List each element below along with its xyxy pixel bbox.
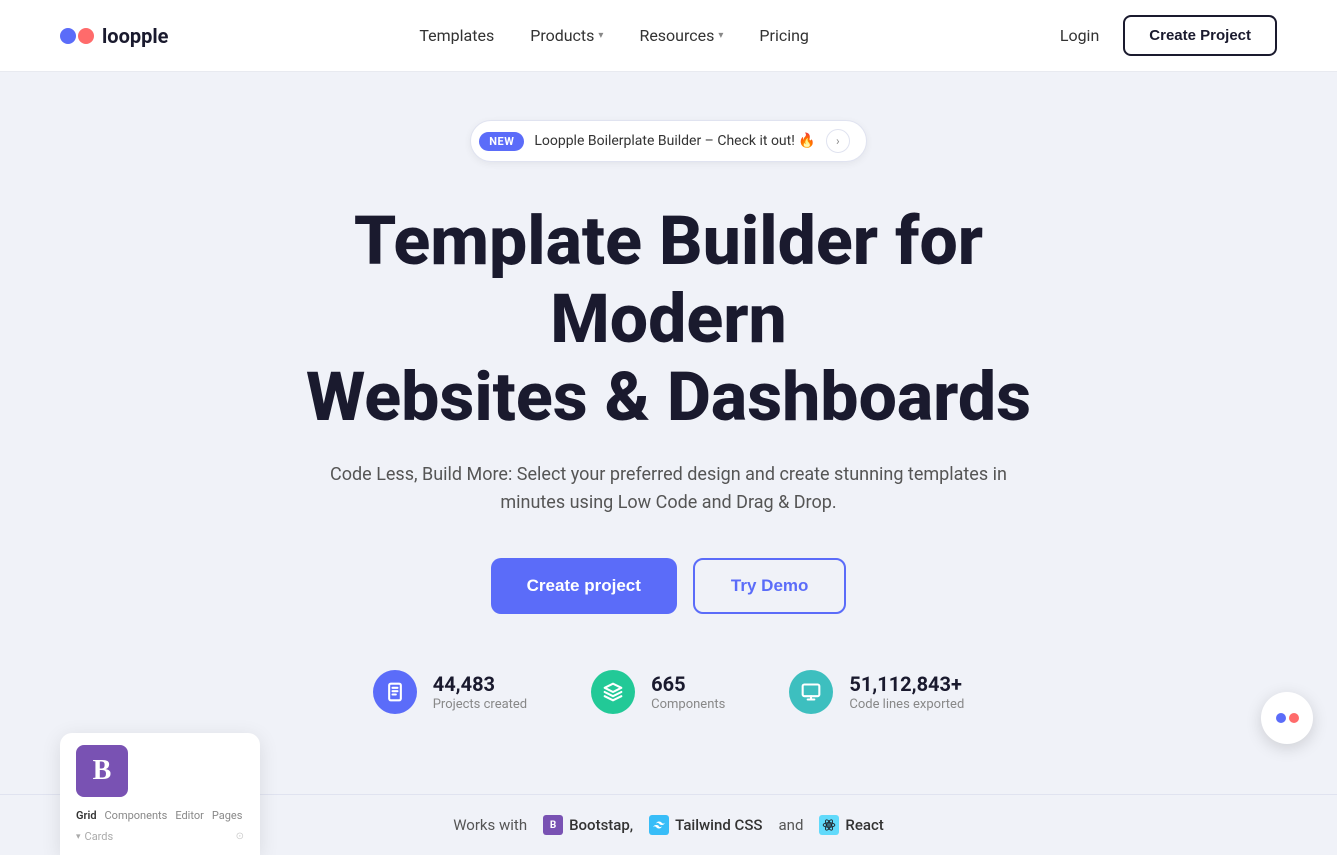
- preview-card: B Grid Components Editor Pages ▾ Cards ⊙: [60, 733, 260, 855]
- nav-products[interactable]: Products ▾: [530, 26, 603, 45]
- react-badge: React: [819, 815, 883, 835]
- tab-grid: Grid: [76, 809, 97, 822]
- projects-label: Projects created: [433, 697, 527, 712]
- announcement-arrow-icon: ›: [826, 129, 850, 153]
- tailwind-badge: Tailwind CSS: [649, 815, 762, 835]
- works-with-bar: B Grid Components Editor Pages ▾ Cards ⊙…: [0, 795, 1337, 855]
- works-with-prefix: Works with: [453, 816, 527, 834]
- create-project-nav-button[interactable]: Create Project: [1123, 15, 1277, 56]
- hero-subtext: Code Less, Build More: Select your prefe…: [329, 461, 1009, 519]
- chat-dot-blue: [1276, 713, 1286, 723]
- components-count: 665: [651, 672, 725, 696]
- hero-buttons: Create project Try Demo: [491, 558, 847, 614]
- components-label: Components: [651, 697, 725, 712]
- hero-heading: Template Builder for Modern Websites & D…: [269, 202, 1069, 437]
- nav-pricing[interactable]: Pricing: [759, 26, 809, 45]
- bootstrap-icon: B: [543, 815, 563, 835]
- chat-icon: [1276, 713, 1299, 723]
- navbar: loopple Templates Products ▾ Resources ▾…: [0, 0, 1337, 72]
- react-label: React: [845, 816, 883, 834]
- bootstrap-label: Bootstap,: [569, 816, 633, 834]
- projects-count: 44,483: [433, 672, 527, 696]
- preview-tabs: Grid Components Editor Pages: [76, 809, 244, 822]
- stat-projects: 44,483 Projects created: [373, 670, 527, 714]
- tailwind-label: Tailwind CSS: [675, 816, 762, 834]
- code-lines-label: Code lines exported: [849, 697, 964, 712]
- stat-code-lines: 51,112,843+ Code lines exported: [789, 670, 964, 714]
- hero-section: NEW Loopple Boilerplate Builder – Check …: [0, 72, 1337, 794]
- stat-components: 665 Components: [591, 670, 725, 714]
- stats-row: 44,483 Projects created 665 Components: [373, 670, 965, 714]
- announcement-text: Loopple Boilerplate Builder – Check it o…: [534, 133, 815, 149]
- login-button[interactable]: Login: [1060, 26, 1099, 45]
- code-lines-count: 51,112,843+: [849, 672, 964, 696]
- logo-link[interactable]: loopple: [60, 24, 168, 48]
- resources-chevron-icon: ▾: [718, 30, 723, 41]
- create-project-hero-button[interactable]: Create project: [491, 558, 677, 614]
- nav-actions: Login Create Project: [1060, 15, 1277, 56]
- tab-editor: Editor: [175, 809, 204, 822]
- tab-components: Components: [105, 809, 168, 822]
- tab-pages: Pages: [212, 809, 243, 822]
- react-icon: [819, 815, 839, 835]
- projects-icon: [373, 670, 417, 714]
- code-lines-icon: [789, 670, 833, 714]
- chat-dot-red: [1289, 713, 1299, 723]
- try-demo-button[interactable]: Try Demo: [693, 558, 846, 614]
- announcement-banner[interactable]: NEW Loopple Boilerplate Builder – Check …: [470, 120, 867, 162]
- logo-circle-blue: [60, 28, 76, 44]
- new-badge: NEW: [479, 132, 524, 151]
- chat-support-button[interactable]: [1261, 692, 1313, 744]
- components-icon: [591, 670, 635, 714]
- products-chevron-icon: ▾: [598, 30, 603, 41]
- tailwind-icon: [649, 815, 669, 835]
- bootstrap-badge: B Bootstap,: [543, 815, 633, 835]
- nav-resources[interactable]: Resources ▾: [639, 26, 723, 45]
- logo-text: loopple: [102, 24, 168, 48]
- nav-templates[interactable]: Templates: [419, 26, 494, 45]
- logo-circle-red: [78, 28, 94, 44]
- works-with-separator: and: [779, 816, 804, 834]
- preview-cards-item: ▾ Cards ⊙: [76, 830, 244, 843]
- logo-icon: [60, 28, 94, 44]
- nav-links: Templates Products ▾ Resources ▾ Pricing: [419, 26, 809, 45]
